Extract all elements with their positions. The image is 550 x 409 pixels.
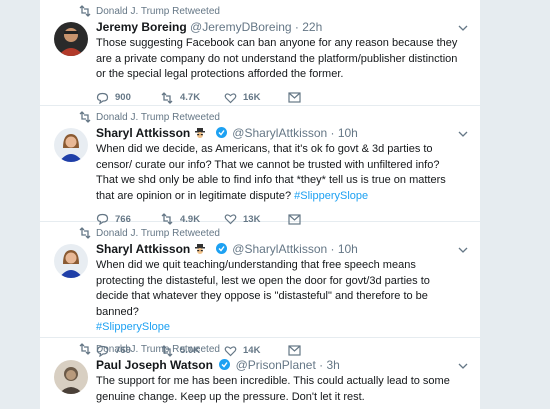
tweet[interactable]: Donald J. Trump Retweeted Sharyl Attkiss… (40, 222, 480, 357)
tweet-text: The support for me has been incredible. … (96, 374, 470, 405)
dm-button[interactable] (288, 92, 307, 103)
retweet-label: Donald J. Trump Retweeted (96, 6, 220, 17)
tweet-text: When did we decide, as Americans, that i… (96, 142, 470, 204)
author-handle[interactable]: @PrisonPlanet · 3h (236, 358, 340, 372)
hashtag-link[interactable]: #SlipperySlope (294, 190, 368, 202)
retweet-icon (161, 91, 173, 104)
retweet-context: Donald J. Trump Retweeted (79, 222, 470, 241)
tweet[interactable]: Donald J. Trump Retweeted Jeremy Boreing… (40, 0, 480, 106)
author-name[interactable]: Paul Joseph Watson (96, 358, 213, 372)
author-handle[interactable]: @SharylAttkisson · 10h (232, 126, 358, 140)
retweet-label: Donald J. Trump Retweeted (96, 228, 220, 239)
hashtag-link[interactable]: #SlipperySlope (96, 321, 170, 333)
retweet-icon (79, 343, 91, 355)
caret-down-icon[interactable] (458, 130, 468, 138)
tweet-header: Sharyl Attkisson @SharylAttkisson · 10h (96, 241, 470, 257)
detective-emoji-icon (194, 128, 205, 138)
author-name[interactable]: Sharyl Attkisson (96, 242, 190, 256)
retweet-count: 4.7K (180, 92, 201, 103)
author-handle[interactable]: @SharylAttkisson · 10h (232, 242, 358, 256)
like-button[interactable]: 16K (224, 92, 288, 104)
caret-down-icon[interactable] (458, 362, 468, 370)
tweet-body: The support for me has been incredible. … (96, 375, 450, 403)
retweet-icon (79, 227, 91, 239)
reply-button[interactable]: 900 (96, 92, 160, 104)
retweet-label: Donald J. Trump Retweeted (96, 112, 220, 123)
verified-icon (219, 359, 231, 370)
retweet-context: Donald J. Trump Retweeted (79, 338, 470, 357)
retweet-icon (79, 5, 91, 17)
timeline: Donald J. Trump Retweeted Jeremy Boreing… (40, 0, 480, 409)
author-name[interactable]: Jeremy Boreing (96, 20, 187, 34)
tweet-header: Sharyl Attkisson @SharylAttkisson · 10h (96, 125, 470, 141)
tweet[interactable]: Donald J. Trump Retweeted Paul Joseph Wa… (40, 338, 480, 409)
retweet-button[interactable]: 4.7K (160, 91, 224, 104)
reply-icon (96, 92, 109, 104)
tweet[interactable]: Donald J. Trump Retweeted Sharyl Attkiss… (40, 106, 480, 225)
retweet-context: Donald J. Trump Retweeted (79, 0, 470, 19)
avatar[interactable] (54, 360, 88, 394)
tweet-body: When did we quit teaching/understanding … (96, 259, 430, 318)
like-count: 16K (243, 92, 261, 103)
avatar[interactable] (54, 128, 88, 162)
avatar[interactable] (54, 22, 88, 56)
tweet-header: Paul Joseph Watson @PrisonPlanet · 3h (96, 357, 470, 373)
reply-count: 900 (115, 92, 131, 103)
retweet-label: Donald J. Trump Retweeted (96, 344, 220, 355)
tweet-body: When did we decide, as Americans, that i… (96, 143, 446, 202)
dm-icon (288, 92, 301, 103)
tweet-body: Those suggesting Facebook can ban anyone… (96, 37, 458, 80)
tweet-header: Jeremy Boreing @JeremyDBoreing · 22h (96, 19, 470, 35)
tweet-text: Those suggesting Facebook can ban anyone… (96, 36, 470, 83)
retweet-icon (79, 111, 91, 123)
caret-down-icon[interactable] (458, 24, 468, 32)
avatar[interactable] (54, 244, 88, 278)
detective-emoji-icon (194, 244, 205, 254)
like-icon (224, 92, 237, 103)
author-name[interactable]: Sharyl Attkisson (96, 126, 190, 140)
verified-icon (215, 127, 227, 138)
caret-down-icon[interactable] (458, 246, 468, 254)
retweet-context: Donald J. Trump Retweeted (79, 106, 470, 125)
verified-icon (215, 243, 227, 254)
author-handle[interactable]: @JeremyDBoreing · 22h (190, 20, 322, 34)
tweet-text: When did we quit teaching/understanding … (96, 258, 470, 336)
